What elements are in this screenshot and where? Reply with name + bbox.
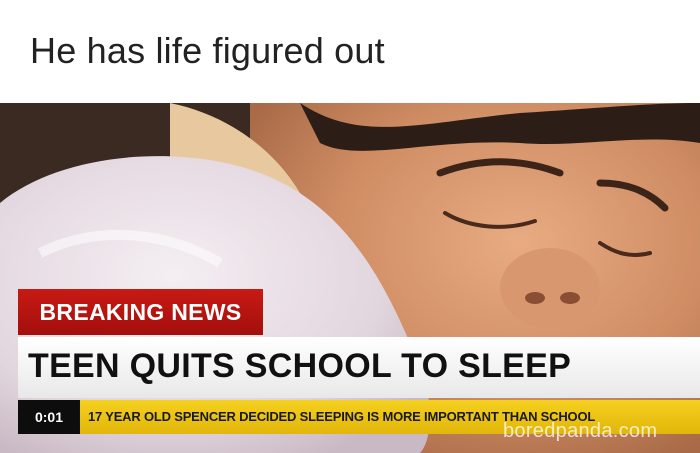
meme-caption: He has life figured out (30, 30, 385, 71)
timestamp-box: 0:01 (18, 400, 80, 434)
breaking-news-text: BREAKING NEWS (39, 298, 242, 325)
nostril-left (525, 292, 545, 304)
nostril-right (560, 292, 580, 304)
breaking-news-label: BREAKING NEWS (18, 289, 263, 335)
watermark: boredpanda.com (503, 420, 658, 442)
timestamp-text: 0:01 (34, 409, 64, 425)
headline-text: TEEN QUITS SCHOOL TO SLEEP (28, 347, 572, 385)
nose (500, 248, 600, 328)
